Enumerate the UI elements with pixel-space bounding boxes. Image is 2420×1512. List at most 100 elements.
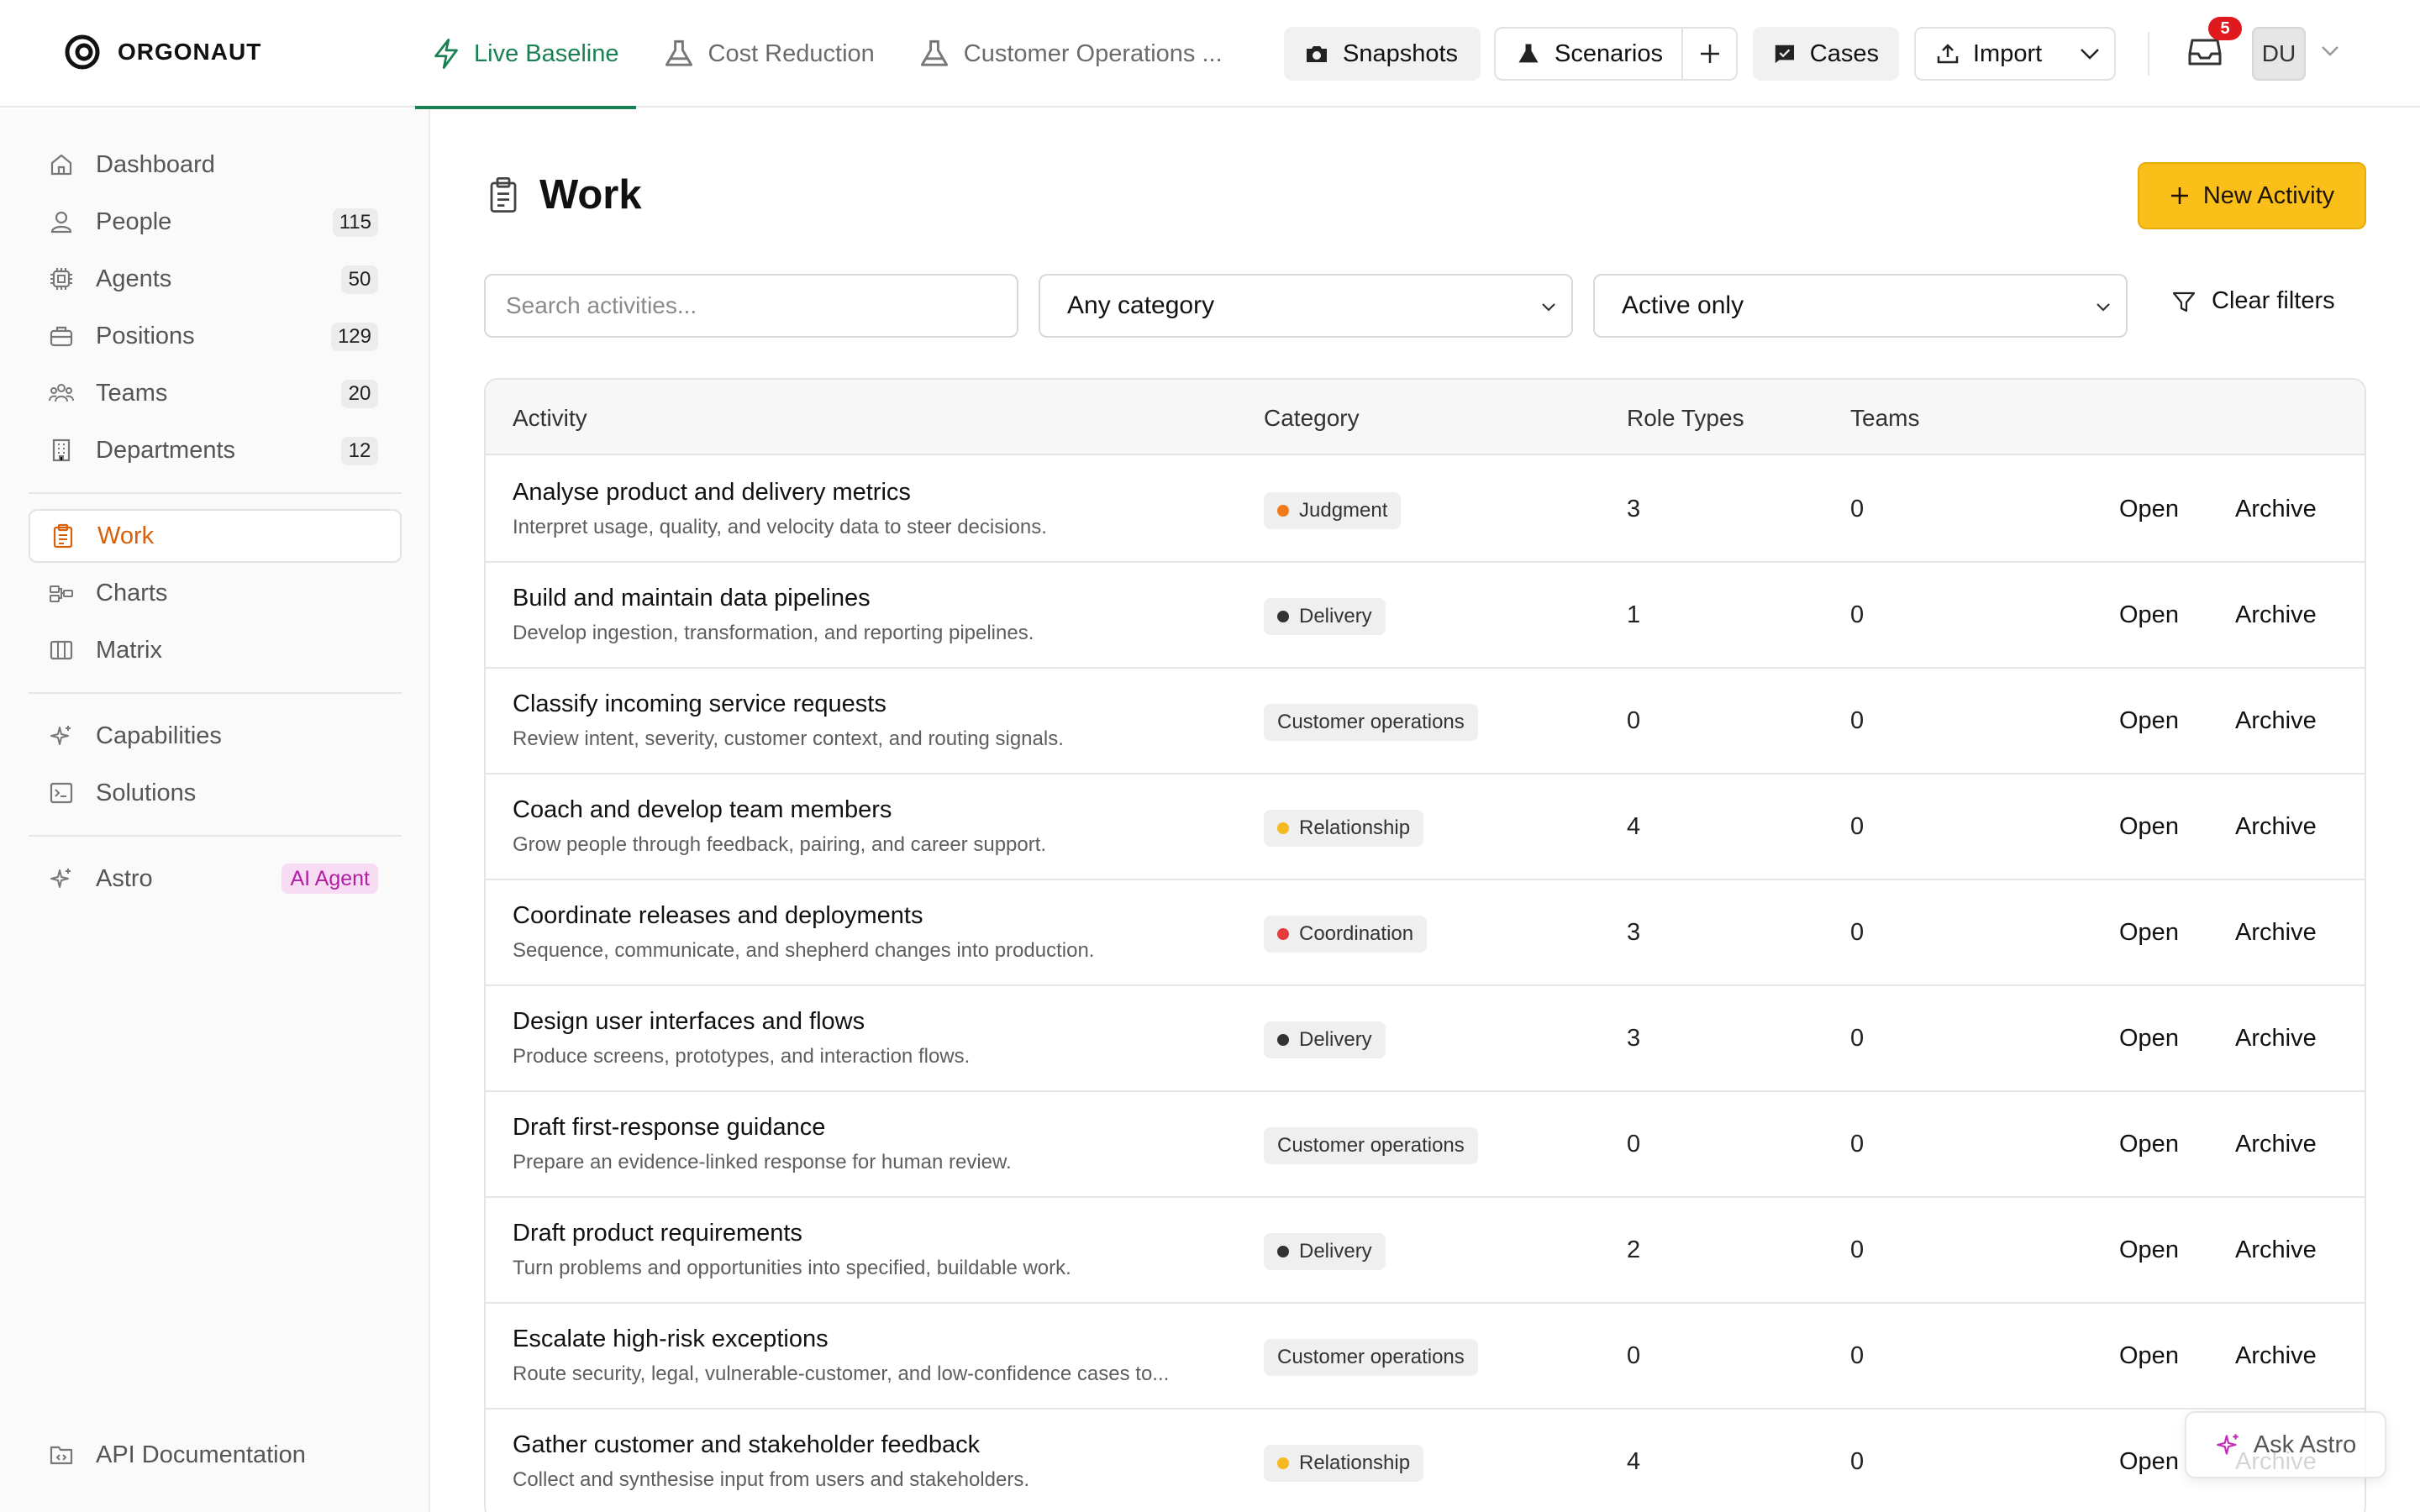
activity-title[interactable]: Gather customer and stakeholder feedback [513, 1431, 980, 1459]
archive-link[interactable]: Archive [2235, 1342, 2317, 1370]
sidebar-item-positions[interactable]: Positions 129 [29, 309, 402, 363]
category-select[interactable]: Any category [1039, 274, 1573, 338]
archive-link[interactable]: Archive [2235, 813, 2317, 841]
archive-link[interactable]: Archive [2235, 919, 2317, 947]
archive-link[interactable]: Archive [2235, 707, 2317, 735]
cases-icon [1775, 45, 1795, 64]
tab-live-baseline[interactable]: Live Baseline [415, 0, 636, 109]
tab-cost-reduction[interactable]: Cost Reduction [646, 0, 892, 108]
open-link[interactable]: Open [2119, 1025, 2179, 1053]
activity-title[interactable]: Draft product requirements [513, 1220, 802, 1247]
table-row[interactable]: Classify incoming service requests Review… [486, 669, 2365, 774]
sidebar-item-solutions[interactable]: Solutions [29, 766, 402, 820]
activity-title[interactable]: Analyse product and delivery metrics [513, 479, 911, 507]
open-link[interactable]: Open [2119, 1342, 2179, 1370]
add-scenario-button[interactable] [1683, 29, 1736, 79]
table-row[interactable]: Escalate high-risk exceptions Route secur… [486, 1304, 2365, 1410]
chevron-down-icon [2081, 49, 2099, 60]
sidebar-item-capabilities[interactable]: Capabilities [29, 709, 402, 763]
chip-icon [50, 268, 72, 290]
brand[interactable]: ORGONAUT [64, 34, 261, 71]
table-row[interactable]: Draft first-response guidance Prepare an … [486, 1092, 2365, 1198]
inbox-button[interactable] [2188, 37, 2222, 67]
sidebar-item-departments[interactable]: Departments 12 [29, 423, 402, 477]
archive-link[interactable]: Archive [2235, 1131, 2317, 1158]
sidebar-item-astro[interactable]: Astro AI Agent [29, 852, 402, 906]
table-row[interactable]: Analyse product and delivery metrics Inte… [486, 457, 2365, 563]
teams-count: 20 [341, 380, 378, 408]
sidebar-item-dashboard[interactable]: Dashboard [29, 138, 402, 192]
user-menu-toggle[interactable] [2321, 45, 2339, 57]
brand-name: ORGONAUT [118, 39, 262, 65]
open-link[interactable]: Open [2119, 813, 2179, 841]
sidebar-item-work[interactable]: Work [29, 509, 402, 563]
import-button[interactable]: Import [1936, 40, 2065, 68]
header-role-types[interactable]: Role Types [1627, 405, 1744, 432]
table-row[interactable]: Draft product requirements Turn problems … [486, 1198, 2365, 1304]
open-link[interactable]: Open [2119, 601, 2179, 629]
open-link[interactable]: Open [2119, 707, 2179, 735]
building-icon [52, 438, 71, 462]
people-count: 115 [332, 208, 378, 237]
table-row[interactable]: Gather customer and stakeholder feedback… [486, 1410, 2365, 1512]
header-category[interactable]: Category [1264, 405, 1360, 432]
table-row[interactable]: Design user interfaces and flows Produce … [486, 986, 2365, 1092]
status-select[interactable]: Active only [1593, 274, 2128, 338]
table-row[interactable]: Build and maintain data pipelines Develop… [486, 563, 2365, 669]
teams-count: 0 [1850, 1448, 1865, 1475]
teams-count: 0 [1850, 919, 1865, 946]
sidebar-item-api-documentation[interactable]: API Documentation [29, 1428, 402, 1482]
table-header: Activity Category Role Types Teams [486, 380, 2365, 455]
activity-title[interactable]: Coordinate releases and deployments [513, 902, 923, 930]
category-badge: Customer operations [1264, 1339, 1478, 1376]
archive-link[interactable]: Archive [2235, 1025, 2317, 1053]
archive-link[interactable]: Archive [2235, 496, 2317, 523]
activity-title[interactable]: Design user interfaces and flows [513, 1008, 865, 1036]
open-link[interactable]: Open [2119, 1448, 2179, 1476]
clear-filters-button[interactable]: Clear filters [2171, 287, 2335, 315]
category-label: Delivery [1299, 1028, 1372, 1051]
table-row[interactable]: Coordinate releases and deployments Seque… [486, 880, 2365, 986]
inbox-count-badge: 5 [2208, 17, 2242, 40]
archive-link[interactable]: Archive [2235, 1236, 2317, 1264]
table-row[interactable]: Coach and develop team members Grow peopl… [486, 774, 2365, 880]
sidebar-item-agents[interactable]: Agents 50 [29, 252, 402, 306]
import-dropdown-toggle[interactable] [2065, 29, 2114, 79]
user-avatar[interactable]: DU [2252, 27, 2306, 81]
open-link[interactable]: Open [2119, 1131, 2179, 1158]
activity-title[interactable]: Escalate high-risk exceptions [513, 1326, 829, 1353]
flask-icon [665, 39, 692, 66]
ai-agent-badge: AI Agent [281, 864, 378, 894]
header-activity[interactable]: Activity [513, 405, 587, 432]
role-types-count: 0 [1627, 1131, 1641, 1158]
header-teams[interactable]: Teams [1850, 405, 1919, 432]
open-link[interactable]: Open [2119, 1236, 2179, 1264]
role-types-count: 0 [1627, 707, 1641, 734]
category-label: Delivery [1299, 1240, 1372, 1263]
archive-link[interactable]: Archive [2235, 601, 2317, 629]
role-types-count: 3 [1627, 496, 1641, 522]
activity-title[interactable]: Draft first-response guidance [513, 1114, 825, 1142]
header-divider [2148, 32, 2149, 76]
sidebar-item-people[interactable]: People 115 [29, 195, 402, 249]
activity-title[interactable]: Build and maintain data pipelines [513, 585, 871, 612]
snapshots-button[interactable]: Snapshots [1284, 27, 1481, 81]
plus-icon [2170, 187, 2188, 204]
ask-astro-button[interactable]: Ask Astro [2185, 1411, 2386, 1478]
open-link[interactable]: Open [2119, 919, 2179, 947]
category-label: Customer operations [1277, 1346, 1465, 1368]
open-link[interactable]: Open [2119, 496, 2179, 523]
activity-description: Sequence, communicate, and shepherd chan… [513, 939, 1095, 962]
tab-customer-operations[interactable]: Customer Operations ... [902, 0, 1239, 108]
new-activity-button[interactable]: New Activity [2138, 162, 2366, 229]
sidebar-item-charts[interactable]: Charts [29, 566, 402, 620]
scenarios-split-button: Scenarios [1494, 27, 1738, 81]
activity-title[interactable]: Classify incoming service requests [513, 690, 886, 718]
sidebar-item-teams[interactable]: Teams 20 [29, 366, 402, 420]
cases-button[interactable]: Cases [1753, 27, 1899, 81]
briefcase-icon [50, 326, 73, 347]
activity-title[interactable]: Coach and develop team members [513, 796, 892, 824]
scenarios-button[interactable]: Scenarios [1516, 40, 1681, 68]
search-input[interactable] [484, 274, 1018, 338]
sidebar-item-matrix[interactable]: Matrix [29, 623, 402, 677]
